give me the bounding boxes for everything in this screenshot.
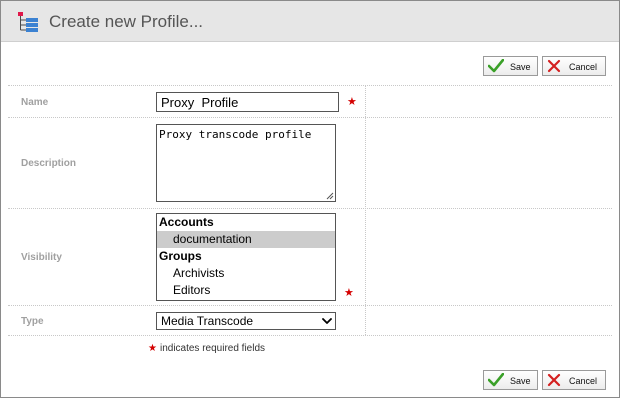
x-icon: [547, 373, 561, 387]
cancel-label: Cancel: [569, 62, 598, 72]
create-profile-dialog: Create new Profile... Save Cancel Name ★…: [0, 0, 620, 398]
chevron-down-icon: [322, 318, 332, 324]
dialog-title: Create new Profile...: [49, 12, 204, 31]
save-button-bottom[interactable]: Save: [483, 370, 538, 390]
visibility-label: Visibility: [21, 252, 62, 263]
type-label: Type: [21, 316, 44, 327]
save-label: Save: [510, 376, 531, 386]
cancel-button-top[interactable]: Cancel: [542, 56, 606, 76]
name-label: Name: [21, 97, 49, 108]
checkmark-icon: [488, 373, 504, 387]
row-divider: [8, 335, 612, 336]
row-divider: [8, 117, 612, 118]
required-star: ★: [148, 343, 157, 354]
description-label: Description: [21, 158, 77, 169]
optgroup-accounts: Accounts: [159, 215, 214, 229]
profile-tree-icon: [18, 12, 38, 32]
option-editors[interactable]: Editors: [157, 282, 335, 299]
required-note: ★ indicates required fields: [148, 343, 265, 354]
cancel-label: Cancel: [569, 376, 598, 386]
description-textarea[interactable]: Proxy transcode profile: [156, 124, 336, 202]
optgroup-groups: Groups: [159, 249, 202, 263]
title-bar: Create new Profile...: [1, 1, 619, 42]
option-archivists[interactable]: Archivists: [157, 265, 335, 282]
row-divider: [8, 208, 612, 209]
column-divider: [365, 85, 366, 335]
cancel-button-bottom[interactable]: Cancel: [542, 370, 606, 390]
option-documentation[interactable]: documentation: [157, 231, 335, 248]
row-divider: [8, 85, 612, 86]
row-divider: [8, 305, 612, 306]
save-button-top[interactable]: Save: [483, 56, 538, 76]
required-note-text: indicates required fields: [159, 343, 266, 354]
required-star: ★: [344, 287, 354, 299]
type-selected-value: Media Transcode: [161, 314, 254, 328]
type-select[interactable]: Media Transcode: [156, 312, 336, 330]
required-star: ★: [347, 96, 357, 108]
name-input[interactable]: [156, 92, 339, 112]
save-label: Save: [510, 62, 531, 72]
resize-grip-icon[interactable]: [326, 192, 334, 200]
visibility-listbox[interactable]: Accounts documentation Groups Archivists…: [156, 213, 336, 301]
x-icon: [547, 59, 561, 73]
checkmark-icon: [488, 59, 504, 73]
